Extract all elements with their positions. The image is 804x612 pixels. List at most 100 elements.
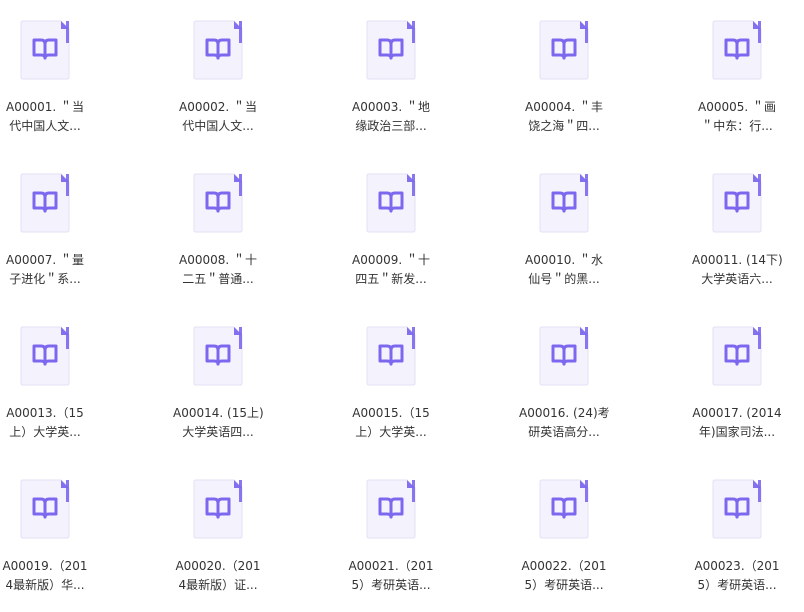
file-name: A00017. (2014 年)国家司法... bbox=[692, 404, 782, 442]
file-name-line-2: 研英语高分... bbox=[528, 425, 600, 439]
file-name-line-2: 二五＂普通... bbox=[182, 272, 254, 286]
book-file-icon bbox=[366, 326, 416, 386]
file-item[interactable]: A00023.（201 5）考研英语... bbox=[692, 479, 792, 612]
file-name-line-2: 大学英语四... bbox=[182, 425, 254, 439]
file-item[interactable]: A00015.（15 上）大学英... bbox=[346, 326, 446, 466]
book-file-icon bbox=[539, 479, 589, 539]
file-item[interactable]: A00007. ＂量 子进化＂系... bbox=[0, 173, 100, 313]
file-name: A00020.（201 4最新版）证... bbox=[173, 557, 263, 595]
book-file-icon bbox=[20, 173, 70, 233]
file-name-line-1: A00004. ＂丰 bbox=[524, 100, 603, 114]
book-file-icon bbox=[20, 479, 70, 539]
book-file-icon bbox=[539, 326, 589, 386]
file-name-line-2: 4最新版）证... bbox=[178, 578, 258, 592]
file-name-line-1: A00011. (14下) bbox=[692, 253, 782, 267]
book-file-icon bbox=[193, 479, 243, 539]
book-file-icon bbox=[539, 20, 589, 80]
file-name-line-1: A00021.（201 bbox=[348, 559, 434, 573]
file-name: A00010. ＂水 仙号＂的黑... bbox=[519, 251, 609, 289]
file-name-line-2: 仙号＂的黑... bbox=[528, 272, 600, 286]
file-name-line-1: A00016. (24)考 bbox=[519, 406, 609, 420]
file-name: A00003. ＂地 缘政治三部... bbox=[346, 98, 436, 136]
book-file-icon bbox=[712, 326, 762, 386]
file-name-line-2: ＂中东：行... bbox=[701, 119, 773, 133]
file-name-line-2: 5）考研英语... bbox=[524, 578, 604, 592]
file-name: A00009. ＂十 四五＂新发... bbox=[346, 251, 436, 289]
file-item[interactable]: A00011. (14下) 大学英语六... bbox=[692, 173, 792, 313]
file-name-line-2: 大学英语六... bbox=[701, 272, 773, 286]
file-name-line-1: A00022.（201 bbox=[521, 559, 607, 573]
file-name-line-2: 四五＂新发... bbox=[355, 272, 427, 286]
file-name-line-1: A00007. ＂量 bbox=[5, 253, 84, 267]
file-name-line-1: A00008. ＂十 bbox=[178, 253, 257, 267]
book-file-icon bbox=[712, 173, 762, 233]
file-name-line-2: 代中国人文... bbox=[182, 119, 254, 133]
file-name-line-1: A00013.（15 bbox=[6, 406, 84, 420]
file-name: A00019.（201 4最新版）华... bbox=[0, 557, 90, 595]
file-name-line-1: A00015.（15 bbox=[352, 406, 430, 420]
book-file-icon bbox=[20, 20, 70, 80]
file-name: A00016. (24)考 研英语高分... bbox=[519, 404, 609, 442]
file-name: A00002. ＂当 代中国人文... bbox=[173, 98, 263, 136]
file-item[interactable]: A00014. (15上) 大学英语四... bbox=[173, 326, 273, 466]
file-name-line-2: 子进化＂系... bbox=[9, 272, 81, 286]
book-file-icon bbox=[712, 479, 762, 539]
book-file-icon bbox=[366, 173, 416, 233]
file-name-line-1: A00002. ＂当 bbox=[178, 100, 257, 114]
file-item[interactable]: A00009. ＂十 四五＂新发... bbox=[346, 173, 446, 313]
file-name-line-1: A00005. ＂画 bbox=[697, 100, 776, 114]
book-file-icon bbox=[193, 173, 243, 233]
book-file-icon bbox=[366, 479, 416, 539]
file-grid: A00001. ＂当 代中国人文... A00002. ＂当 代中国人文... A000… bbox=[0, 0, 804, 612]
file-name: A00015.（15 上）大学英... bbox=[346, 404, 436, 442]
file-name: A00005. ＂画 ＂中东：行... bbox=[692, 98, 782, 136]
file-name: A00008. ＂十 二五＂普通... bbox=[173, 251, 263, 289]
file-name-line-1: A00003. ＂地 bbox=[351, 100, 430, 114]
book-file-icon bbox=[366, 20, 416, 80]
file-item[interactable]: A00019.（201 4最新版）华... bbox=[0, 479, 100, 612]
file-name: A00023.（201 5）考研英语... bbox=[692, 557, 782, 595]
file-name: A00014. (15上) 大学英语四... bbox=[173, 404, 263, 442]
file-name-line-1: A00014. (15上) bbox=[173, 406, 263, 420]
file-item[interactable]: A00002. ＂当 代中国人文... bbox=[173, 20, 273, 160]
book-file-icon bbox=[712, 20, 762, 80]
file-name-line-2: 5）考研英语... bbox=[351, 578, 431, 592]
file-name-line-1: A00009. ＂十 bbox=[351, 253, 430, 267]
file-name-line-1: A00019.（201 bbox=[2, 559, 88, 573]
file-name: A00001. ＂当 代中国人文... bbox=[0, 98, 90, 136]
book-file-icon bbox=[539, 173, 589, 233]
file-name-line-2: 缘政治三部... bbox=[355, 119, 427, 133]
file-item[interactable]: A00003. ＂地 缘政治三部... bbox=[346, 20, 446, 160]
file-name-line-1: A00020.（201 bbox=[175, 559, 261, 573]
file-item[interactable]: A00008. ＂十 二五＂普通... bbox=[173, 173, 273, 313]
file-item[interactable]: A00017. (2014 年)国家司法... bbox=[692, 326, 792, 466]
file-item[interactable]: A00016. (24)考 研英语高分... bbox=[519, 326, 619, 466]
file-name-line-2: 上）大学英... bbox=[355, 425, 427, 439]
file-name-line-1: A00001. ＂当 bbox=[5, 100, 84, 114]
file-name-line-1: A00010. ＂水 bbox=[524, 253, 603, 267]
file-name: A00022.（201 5）考研英语... bbox=[519, 557, 609, 595]
book-file-icon bbox=[20, 326, 70, 386]
file-name-line-2: 年)国家司法... bbox=[698, 425, 776, 439]
file-item[interactable]: A00001. ＂当 代中国人文... bbox=[0, 20, 100, 160]
file-name-line-2: 饶之海＂四... bbox=[528, 119, 600, 133]
file-name: A00021.（201 5）考研英语... bbox=[346, 557, 436, 595]
file-name-line-2: 上）大学英... bbox=[9, 425, 81, 439]
file-name-line-2: 5）考研英语... bbox=[697, 578, 777, 592]
file-item[interactable]: A00005. ＂画 ＂中东：行... bbox=[692, 20, 792, 160]
file-name: A00007. ＂量 子进化＂系... bbox=[0, 251, 90, 289]
file-item[interactable]: A00010. ＂水 仙号＂的黑... bbox=[519, 173, 619, 313]
file-item[interactable]: A00021.（201 5）考研英语... bbox=[346, 479, 446, 612]
file-name: A00013.（15 上）大学英... bbox=[0, 404, 90, 442]
book-file-icon bbox=[193, 326, 243, 386]
file-item[interactable]: A00022.（201 5）考研英语... bbox=[519, 479, 619, 612]
file-item[interactable]: A00020.（201 4最新版）证... bbox=[173, 479, 273, 612]
file-name-line-2: 4最新版）华... bbox=[5, 578, 85, 592]
file-item[interactable]: A00013.（15 上）大学英... bbox=[0, 326, 100, 466]
book-file-icon bbox=[193, 20, 243, 80]
file-name-line-2: 代中国人文... bbox=[9, 119, 81, 133]
file-item[interactable]: A00004. ＂丰 饶之海＂四... bbox=[519, 20, 619, 160]
file-name-line-1: A00023.（201 bbox=[694, 559, 780, 573]
file-name: A00011. (14下) 大学英语六... bbox=[692, 251, 782, 289]
file-name: A00004. ＂丰 饶之海＂四... bbox=[519, 98, 609, 136]
